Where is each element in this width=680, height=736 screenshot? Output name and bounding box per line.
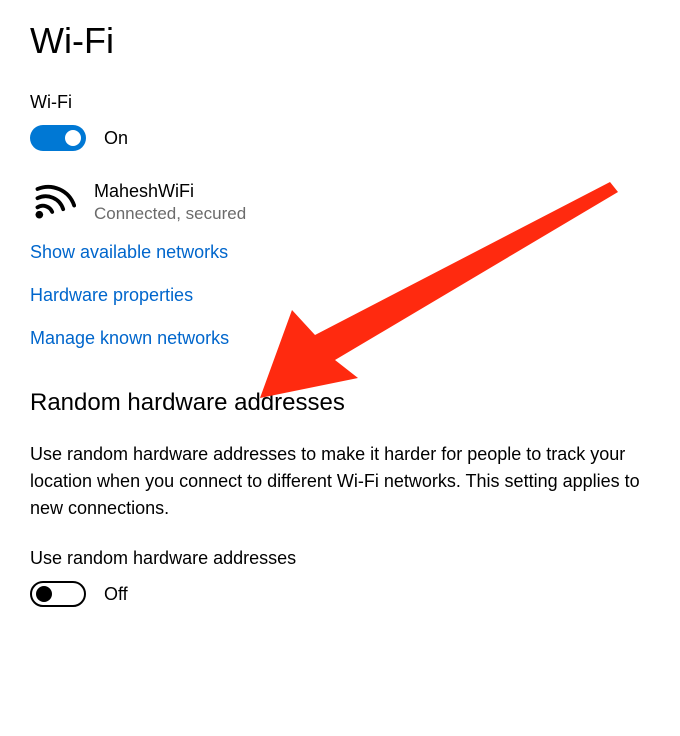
random-hw-toggle-label: Use random hardware addresses xyxy=(30,548,650,569)
page-title: Wi-Fi xyxy=(30,20,650,62)
wifi-toggle-label: Wi-Fi xyxy=(30,92,650,113)
wifi-toggle-state: On xyxy=(104,128,128,149)
link-show-available-networks[interactable]: Show available networks xyxy=(30,242,650,263)
toggle-knob xyxy=(65,130,81,146)
random-hw-toggle-state: Off xyxy=(104,584,128,605)
random-hw-heading: Random hardware addresses xyxy=(30,389,650,417)
random-hw-toggle[interactable] xyxy=(30,581,86,607)
link-hardware-properties[interactable]: Hardware properties xyxy=(30,285,650,306)
current-network[interactable]: MaheshWiFi Connected, secured xyxy=(30,181,650,224)
network-status: Connected, secured xyxy=(94,204,246,224)
toggle-knob xyxy=(36,586,52,602)
wifi-toggle[interactable] xyxy=(30,125,86,151)
wifi-icon xyxy=(32,181,76,219)
random-hw-description: Use random hardware addresses to make it… xyxy=(30,441,650,522)
link-manage-known-networks[interactable]: Manage known networks xyxy=(30,328,650,349)
network-name: MaheshWiFi xyxy=(94,181,246,202)
